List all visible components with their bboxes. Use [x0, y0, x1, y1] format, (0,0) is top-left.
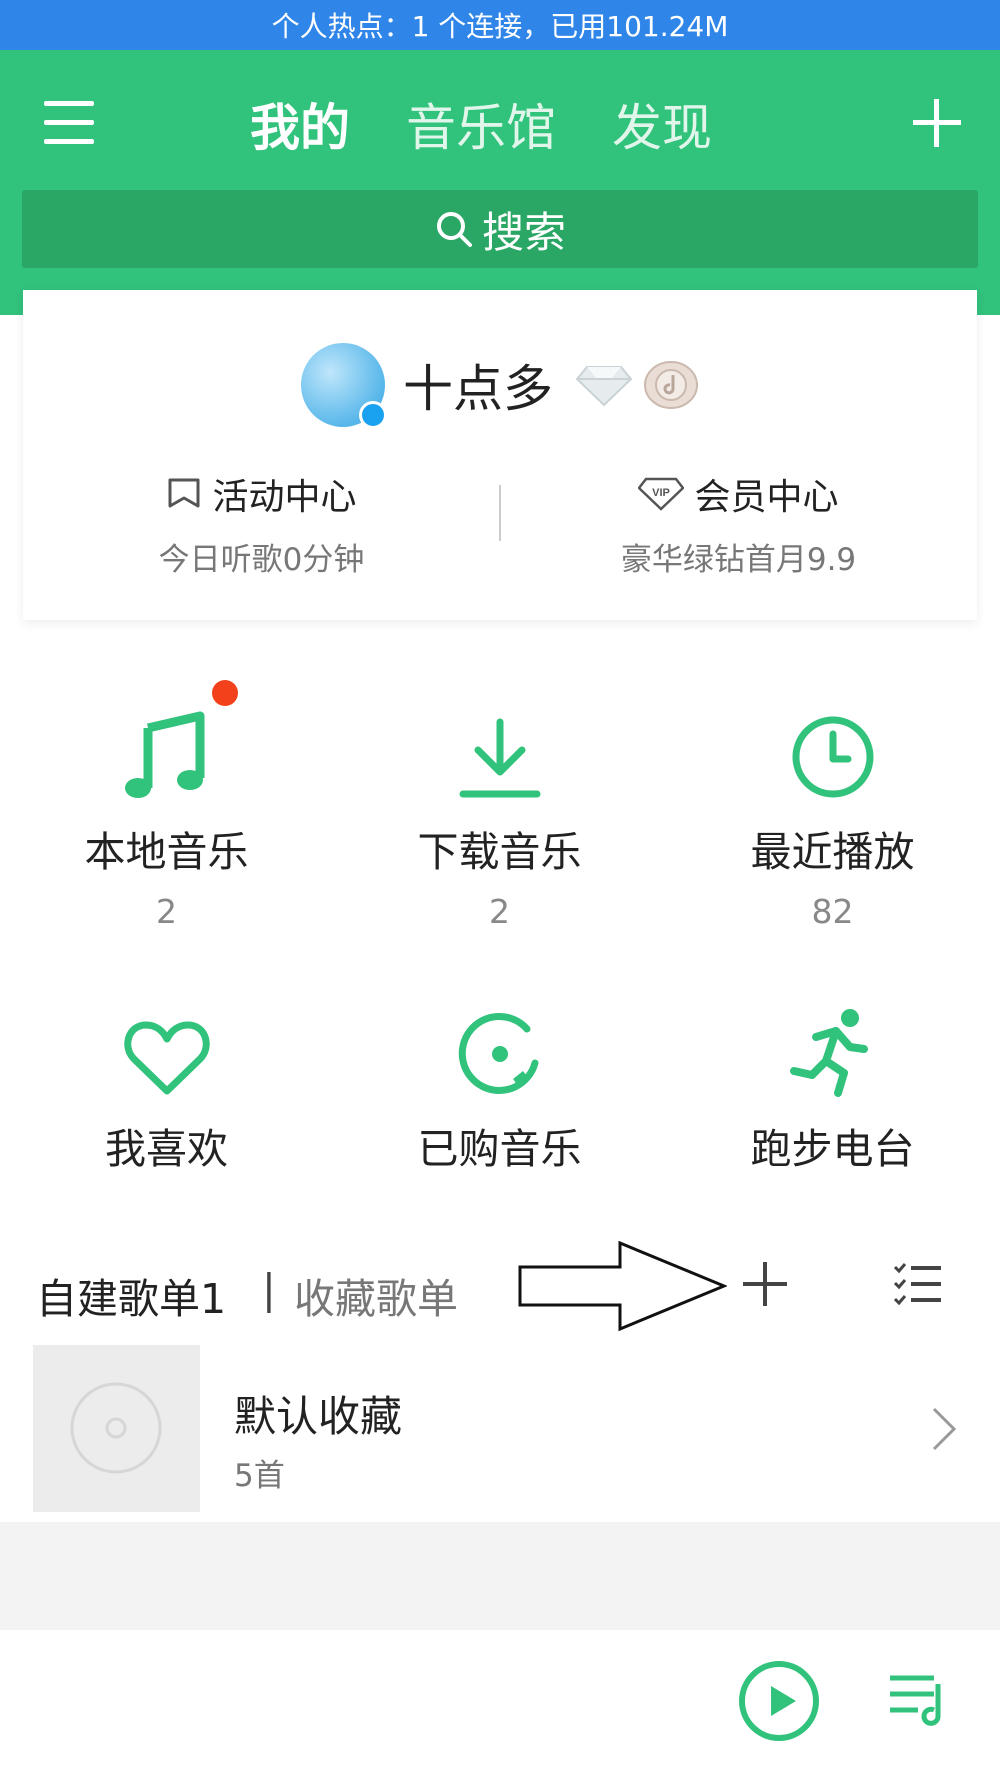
tab-mine[interactable]: 我的	[250, 88, 350, 160]
grid-row: 本地音乐 2 下载音乐 2 最近播放 82	[0, 680, 1000, 931]
listening-time: 今日听歌0分钟	[158, 542, 365, 578]
mini-player	[0, 1630, 1000, 1778]
running-radio-label: 跑步电台	[750, 1125, 915, 1173]
chevron-right-icon	[932, 1407, 957, 1451]
recent-play-count: 82	[811, 892, 854, 931]
music-note-icon	[124, 711, 204, 798]
menu-icon[interactable]	[40, 97, 98, 149]
playlist-header: 自建歌单1 | 收藏歌单	[0, 1255, 1000, 1335]
my-favorites-label: 我喜欢	[105, 1125, 228, 1173]
search-bar[interactable]: 搜索	[22, 190, 978, 268]
play-button[interactable]	[738, 1660, 820, 1742]
playlist-count: 5首	[234, 1458, 285, 1494]
my-favorites[interactable]: 我喜欢	[0, 987, 333, 1175]
add-playlist-button[interactable]	[743, 1262, 787, 1306]
hotspot-status-text: 个人热点：1 个连接，已用101.24M	[271, 10, 729, 43]
tab-music-hall[interactable]: 音乐馆	[406, 88, 556, 160]
tab-collected-playlists[interactable]: 收藏歌单	[294, 1265, 458, 1325]
running-radio[interactable]: 跑步电台	[666, 987, 999, 1175]
manage-list-icon[interactable]	[893, 1262, 943, 1308]
download-music-label: 下载音乐	[417, 828, 582, 876]
vip-center[interactable]: VIP 会员中心 豪华绿钻首月9.9	[500, 468, 977, 579]
local-music-count: 2	[156, 892, 177, 931]
notification-dot	[212, 680, 238, 706]
local-music-label: 本地音乐	[84, 828, 249, 876]
function-grid: 本地音乐 2 下载音乐 2 最近播放 82 我喜欢 已购音乐 跑步电台	[0, 680, 1000, 1175]
runner-icon	[789, 1009, 868, 1097]
tab-created-playlists[interactable]: 自建歌单1	[36, 1265, 226, 1325]
flag-icon	[168, 478, 200, 508]
search-icon	[436, 212, 472, 247]
clock-icon	[792, 716, 873, 798]
svg-text:VIP: VIP	[653, 487, 671, 499]
download-music[interactable]: 下载音乐 2	[333, 690, 666, 931]
playlist-cover	[33, 1345, 200, 1512]
avatar[interactable]	[301, 343, 387, 429]
vip-promo: 豪华绿钻首月9.9	[620, 542, 857, 578]
tab-discover[interactable]: 发现	[612, 88, 712, 160]
activity-center[interactable]: 活动中心 今日听歌0分钟	[23, 468, 500, 579]
green-diamond-icon[interactable]	[575, 363, 633, 407]
plus-icon[interactable]	[909, 95, 965, 151]
search-label: 搜索	[481, 207, 566, 257]
vip-center-title: 会员中心	[694, 477, 839, 518]
playlist-queue-icon[interactable]	[888, 1670, 948, 1730]
profile-card: 十点多 活动中心 今日听歌0分钟 VIP 会员中心 豪华绿钻首月9.9	[23, 290, 977, 620]
recent-play[interactable]: 最近播放 82	[666, 690, 999, 931]
local-music[interactable]: 本地音乐 2	[0, 680, 333, 931]
disc-icon	[70, 1382, 162, 1474]
download-icon	[459, 718, 540, 798]
grid-row: 我喜欢 已购音乐 跑步电台	[0, 987, 1000, 1175]
top-tabs: 我的 音乐馆 发现	[250, 88, 712, 160]
purchased-music-label: 已购音乐	[417, 1125, 582, 1173]
purchased-music[interactable]: 已购音乐	[333, 987, 666, 1175]
content-divider	[0, 1522, 1000, 1630]
tab-separator: |	[262, 1265, 276, 1313]
username[interactable]: 十点多	[403, 349, 553, 421]
vip-icon: VIP	[638, 477, 685, 511]
heart-icon	[123, 1021, 210, 1095]
purchased-disc-icon	[458, 1012, 538, 1094]
list-item[interactable]: 默认收藏 5首	[0, 1345, 1000, 1515]
qq-badge-icon	[359, 401, 387, 429]
app-header: 我的 音乐馆 发现 搜索	[0, 50, 1000, 315]
annotation-arrow-icon	[518, 1240, 727, 1332]
recent-play-label: 最近播放	[750, 828, 915, 876]
download-music-count: 2	[489, 892, 510, 931]
music-level-icon[interactable]	[643, 360, 699, 410]
playlist-name: 默认收藏	[234, 1392, 403, 1441]
profile-row: 十点多	[23, 342, 977, 429]
activity-center-title: 活动中心	[212, 477, 357, 518]
card-divider	[499, 485, 501, 541]
status-bar: 个人热点：1 个连接，已用101.24M	[0, 0, 1000, 50]
